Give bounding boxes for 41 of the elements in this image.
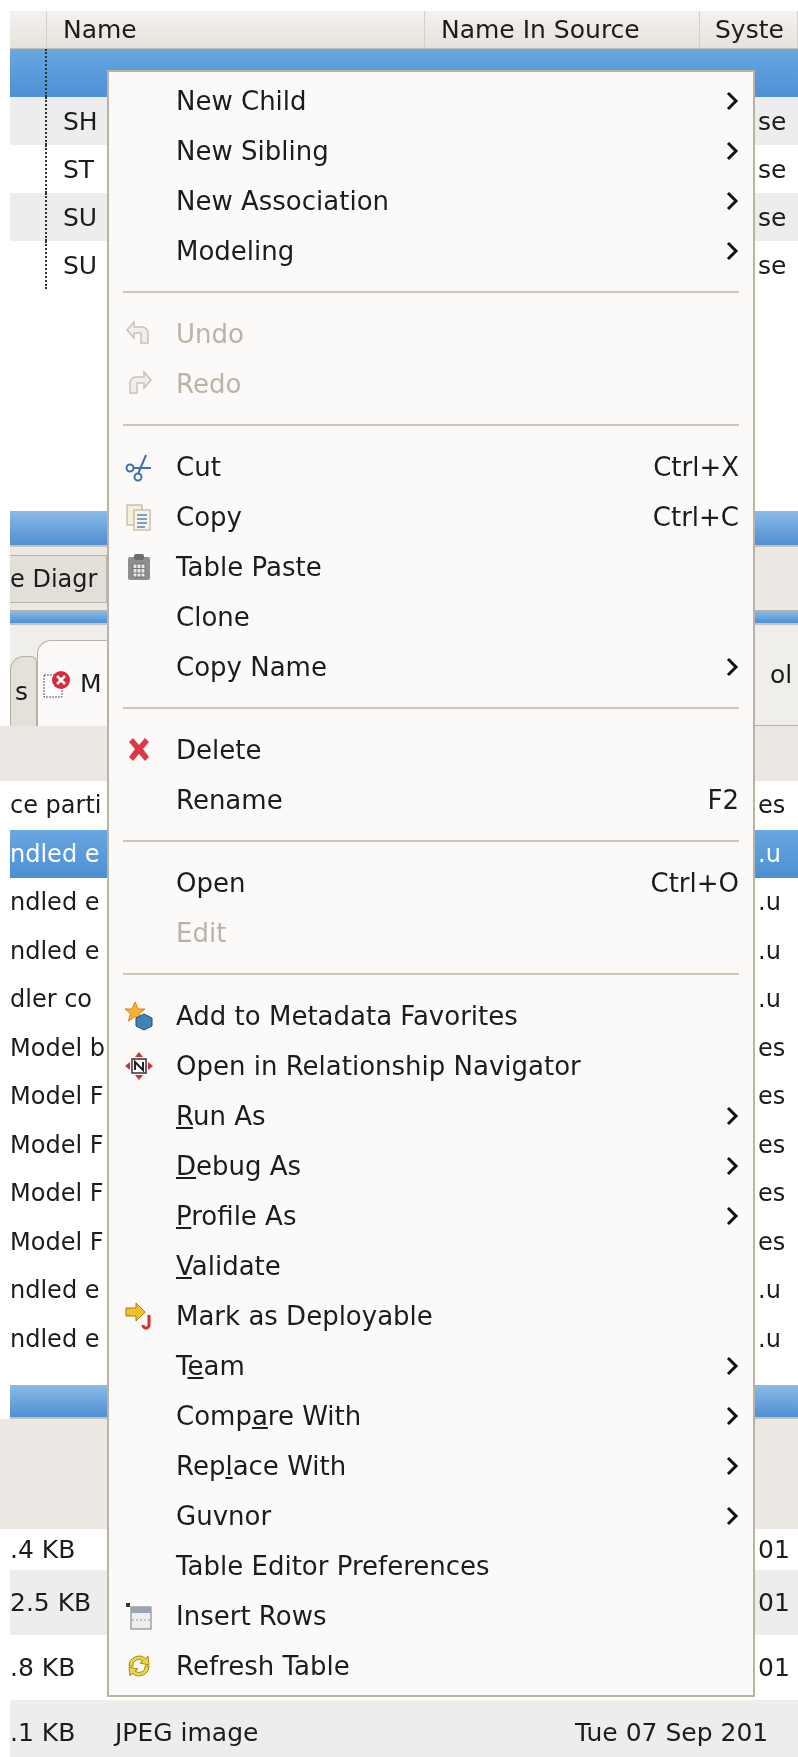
table-cell: .u: [758, 1276, 781, 1305]
table-cell: .4 KB: [10, 1535, 76, 1564]
table-cell: es: [758, 1033, 786, 1062]
table-cell: ndled e: [10, 888, 100, 917]
table-cell: ST: [63, 154, 95, 184]
table-cell: .u: [758, 985, 781, 1014]
table-cell: .1 KB: [10, 1717, 76, 1747]
table-cell: .8 KB: [10, 1653, 76, 1682]
table-cell: es: [758, 791, 786, 820]
table-cell: SU: [63, 250, 98, 280]
table-cell: ndled e: [10, 936, 100, 965]
table-cell: dler co: [10, 985, 93, 1014]
table-cell: SH: [63, 106, 98, 136]
table-cell: se: [758, 106, 787, 136]
table-cell: Model F: [10, 1179, 104, 1208]
table-cell: se: [758, 202, 787, 232]
table-cell: Model F: [10, 1130, 104, 1159]
table-cell: es: [758, 1082, 786, 1111]
table-cell: .u: [758, 936, 781, 965]
table-cell: .u: [758, 1324, 781, 1353]
table-cell: se: [758, 250, 787, 280]
table-cell: 01: [758, 1653, 790, 1682]
table-cell: SU: [63, 202, 98, 232]
table-cell: Model F: [10, 1082, 104, 1111]
table-cell: Model F: [10, 1227, 104, 1256]
table-cell: es: [758, 1130, 786, 1159]
table-cell: se: [758, 154, 787, 184]
table-cell: .u: [758, 839, 781, 868]
table-cell: Tue 07 Sep 201: [575, 1717, 769, 1747]
table-cell: 2.5 KB: [10, 1588, 92, 1617]
table-cell: es: [758, 1227, 786, 1256]
table-cell: 01: [758, 1588, 790, 1617]
table-cell: .u: [758, 888, 781, 917]
table-cell: ndled e: [10, 1324, 100, 1353]
table-cell: 01: [758, 1535, 790, 1564]
table-cell: ce parti: [10, 791, 102, 820]
table-cell: Model b: [10, 1033, 105, 1062]
table-cell: ndled e: [10, 1276, 100, 1305]
table-cell: ndled e: [10, 839, 100, 868]
table-cell: es: [758, 1179, 786, 1208]
table-cell: JPEG image: [115, 1717, 259, 1747]
